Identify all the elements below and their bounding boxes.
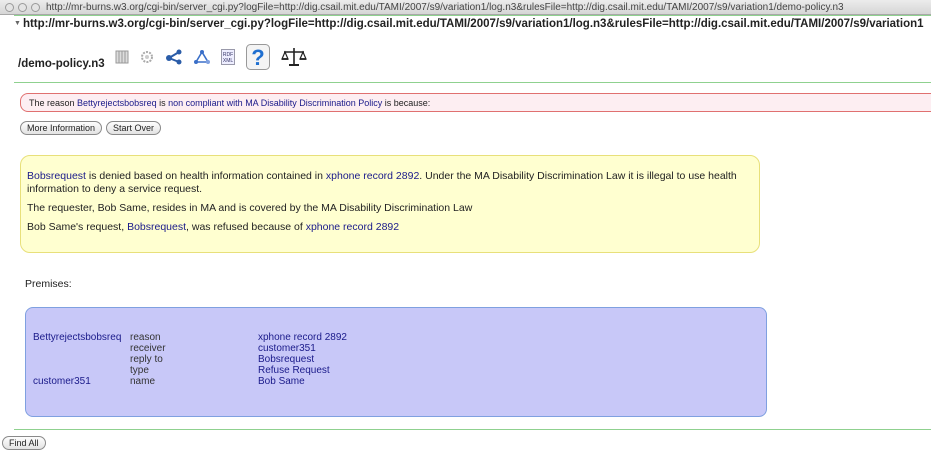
minimize-window-button[interactable] xyxy=(18,2,27,12)
premise-property: type xyxy=(130,365,149,376)
url-line-2: /demo-policy.n3 xyxy=(18,58,105,70)
explanation-panel: Bobsrequest is denied based on health in… xyxy=(20,155,760,253)
reason-suffix: is because: xyxy=(384,97,431,108)
table-view-icon[interactable] xyxy=(115,50,129,64)
reason-status-link[interactable]: non compliant with xyxy=(168,98,243,108)
toolbar: RDF XML ? xyxy=(115,40,317,74)
premises-panel: Bettyrejectsbobsreq reason xphone record… xyxy=(25,307,767,417)
premises-label: Premises: xyxy=(25,278,72,290)
explanation-text: Bob Same's request, xyxy=(27,221,128,233)
premise-value[interactable]: Bobsrequest xyxy=(258,354,347,365)
premise-property: name xyxy=(130,376,156,387)
toolbar-divider xyxy=(14,82,931,83)
reason-subject-link[interactable]: Bettyrejectsbobsreq xyxy=(77,98,157,108)
start-over-button[interactable]: Start Over xyxy=(106,121,162,135)
xphone-record-link[interactable]: xphone record 2892 xyxy=(306,221,399,233)
justice-scales-icon[interactable] xyxy=(281,46,307,68)
premise-value[interactable]: customer351 xyxy=(258,343,347,354)
table-row: customer351 name Bob Same xyxy=(33,376,347,387)
zoom-window-button[interactable] xyxy=(31,2,40,12)
bobsrequest-link[interactable]: Bobsrequest xyxy=(27,170,86,182)
rdf-xml-icon[interactable]: RDF XML xyxy=(221,49,235,65)
explanation-text: , was refused because of xyxy=(186,221,306,233)
url-line-1: http://mr-burns.w3.org/cgi-bin/server_cg… xyxy=(22,18,924,30)
table-row: Bettyrejectsbobsreq reason xphone record… xyxy=(33,332,347,343)
disclosure-triangle-icon[interactable]: ▼ xyxy=(14,20,21,27)
url-header[interactable]: ▼ http://mr-burns.w3.org/cgi-bin/server_c… xyxy=(14,18,931,30)
premise-subject[interactable]: customer351 xyxy=(33,376,130,387)
premise-subject[interactable]: Bettyrejectsbobsreq xyxy=(33,332,130,343)
premise-value[interactable]: xphone record 2892 xyxy=(258,332,347,343)
xphone-record-link[interactable]: xphone record 2892 xyxy=(326,170,419,182)
explanation-paragraph-2: The requester, Bob Same, resides in MA a… xyxy=(27,202,473,214)
help-question-mark: ? xyxy=(251,45,264,70)
premise-subject xyxy=(33,354,130,365)
reason-policy-link[interactable]: MA Disability Discrimination Policy xyxy=(245,98,382,108)
table-row: type Refuse Request xyxy=(33,365,347,376)
premises-table: Bettyrejectsbobsreq reason xphone record… xyxy=(33,332,347,387)
reason-banner: The reason Bettyrejectsbobsreq is non co… xyxy=(20,93,931,112)
window-title: http://mr-burns.w3.org/cgi-bin/server_cg… xyxy=(46,1,844,13)
find-all-row: Find All xyxy=(2,433,50,451)
reason-is: is xyxy=(159,97,166,108)
premise-subject xyxy=(33,343,130,354)
premise-property: reply to xyxy=(130,354,163,365)
table-row: reply to Bobsrequest xyxy=(33,354,347,365)
premise-property: receiver xyxy=(130,343,166,354)
window-titlebar: http://mr-burns.w3.org/cgi-bin/server_cg… xyxy=(0,0,931,15)
top-divider xyxy=(14,15,931,16)
help-icon[interactable]: ? xyxy=(245,43,271,71)
explanation-text: is denied based on health information co… xyxy=(85,170,326,182)
share-graph-icon[interactable] xyxy=(165,49,183,65)
reason-prefix: The reason xyxy=(29,97,75,108)
premise-value[interactable]: Refuse Request xyxy=(258,365,347,376)
bobsrequest-link[interactable]: Bobsrequest xyxy=(127,221,186,233)
close-window-button[interactable] xyxy=(5,2,14,12)
explanation-paragraph-3: Bob Same's request, Bobsrequest, was ref… xyxy=(27,221,753,234)
gear-icon[interactable] xyxy=(139,49,155,65)
action-buttons: More Information Start Over xyxy=(20,121,165,135)
find-all-button[interactable]: Find All xyxy=(2,436,46,450)
premise-value: Bob Same xyxy=(258,376,305,387)
table-row: receiver customer351 xyxy=(33,343,347,354)
xml-label: XML xyxy=(223,58,234,64)
premise-subject xyxy=(33,365,130,376)
more-information-button[interactable]: More Information xyxy=(20,121,103,135)
premise-property: reason xyxy=(130,332,161,343)
graph-view-icon[interactable] xyxy=(193,49,211,65)
bottom-divider xyxy=(14,429,931,430)
explanation-paragraph-1: Bobsrequest is denied based on health in… xyxy=(27,170,753,196)
